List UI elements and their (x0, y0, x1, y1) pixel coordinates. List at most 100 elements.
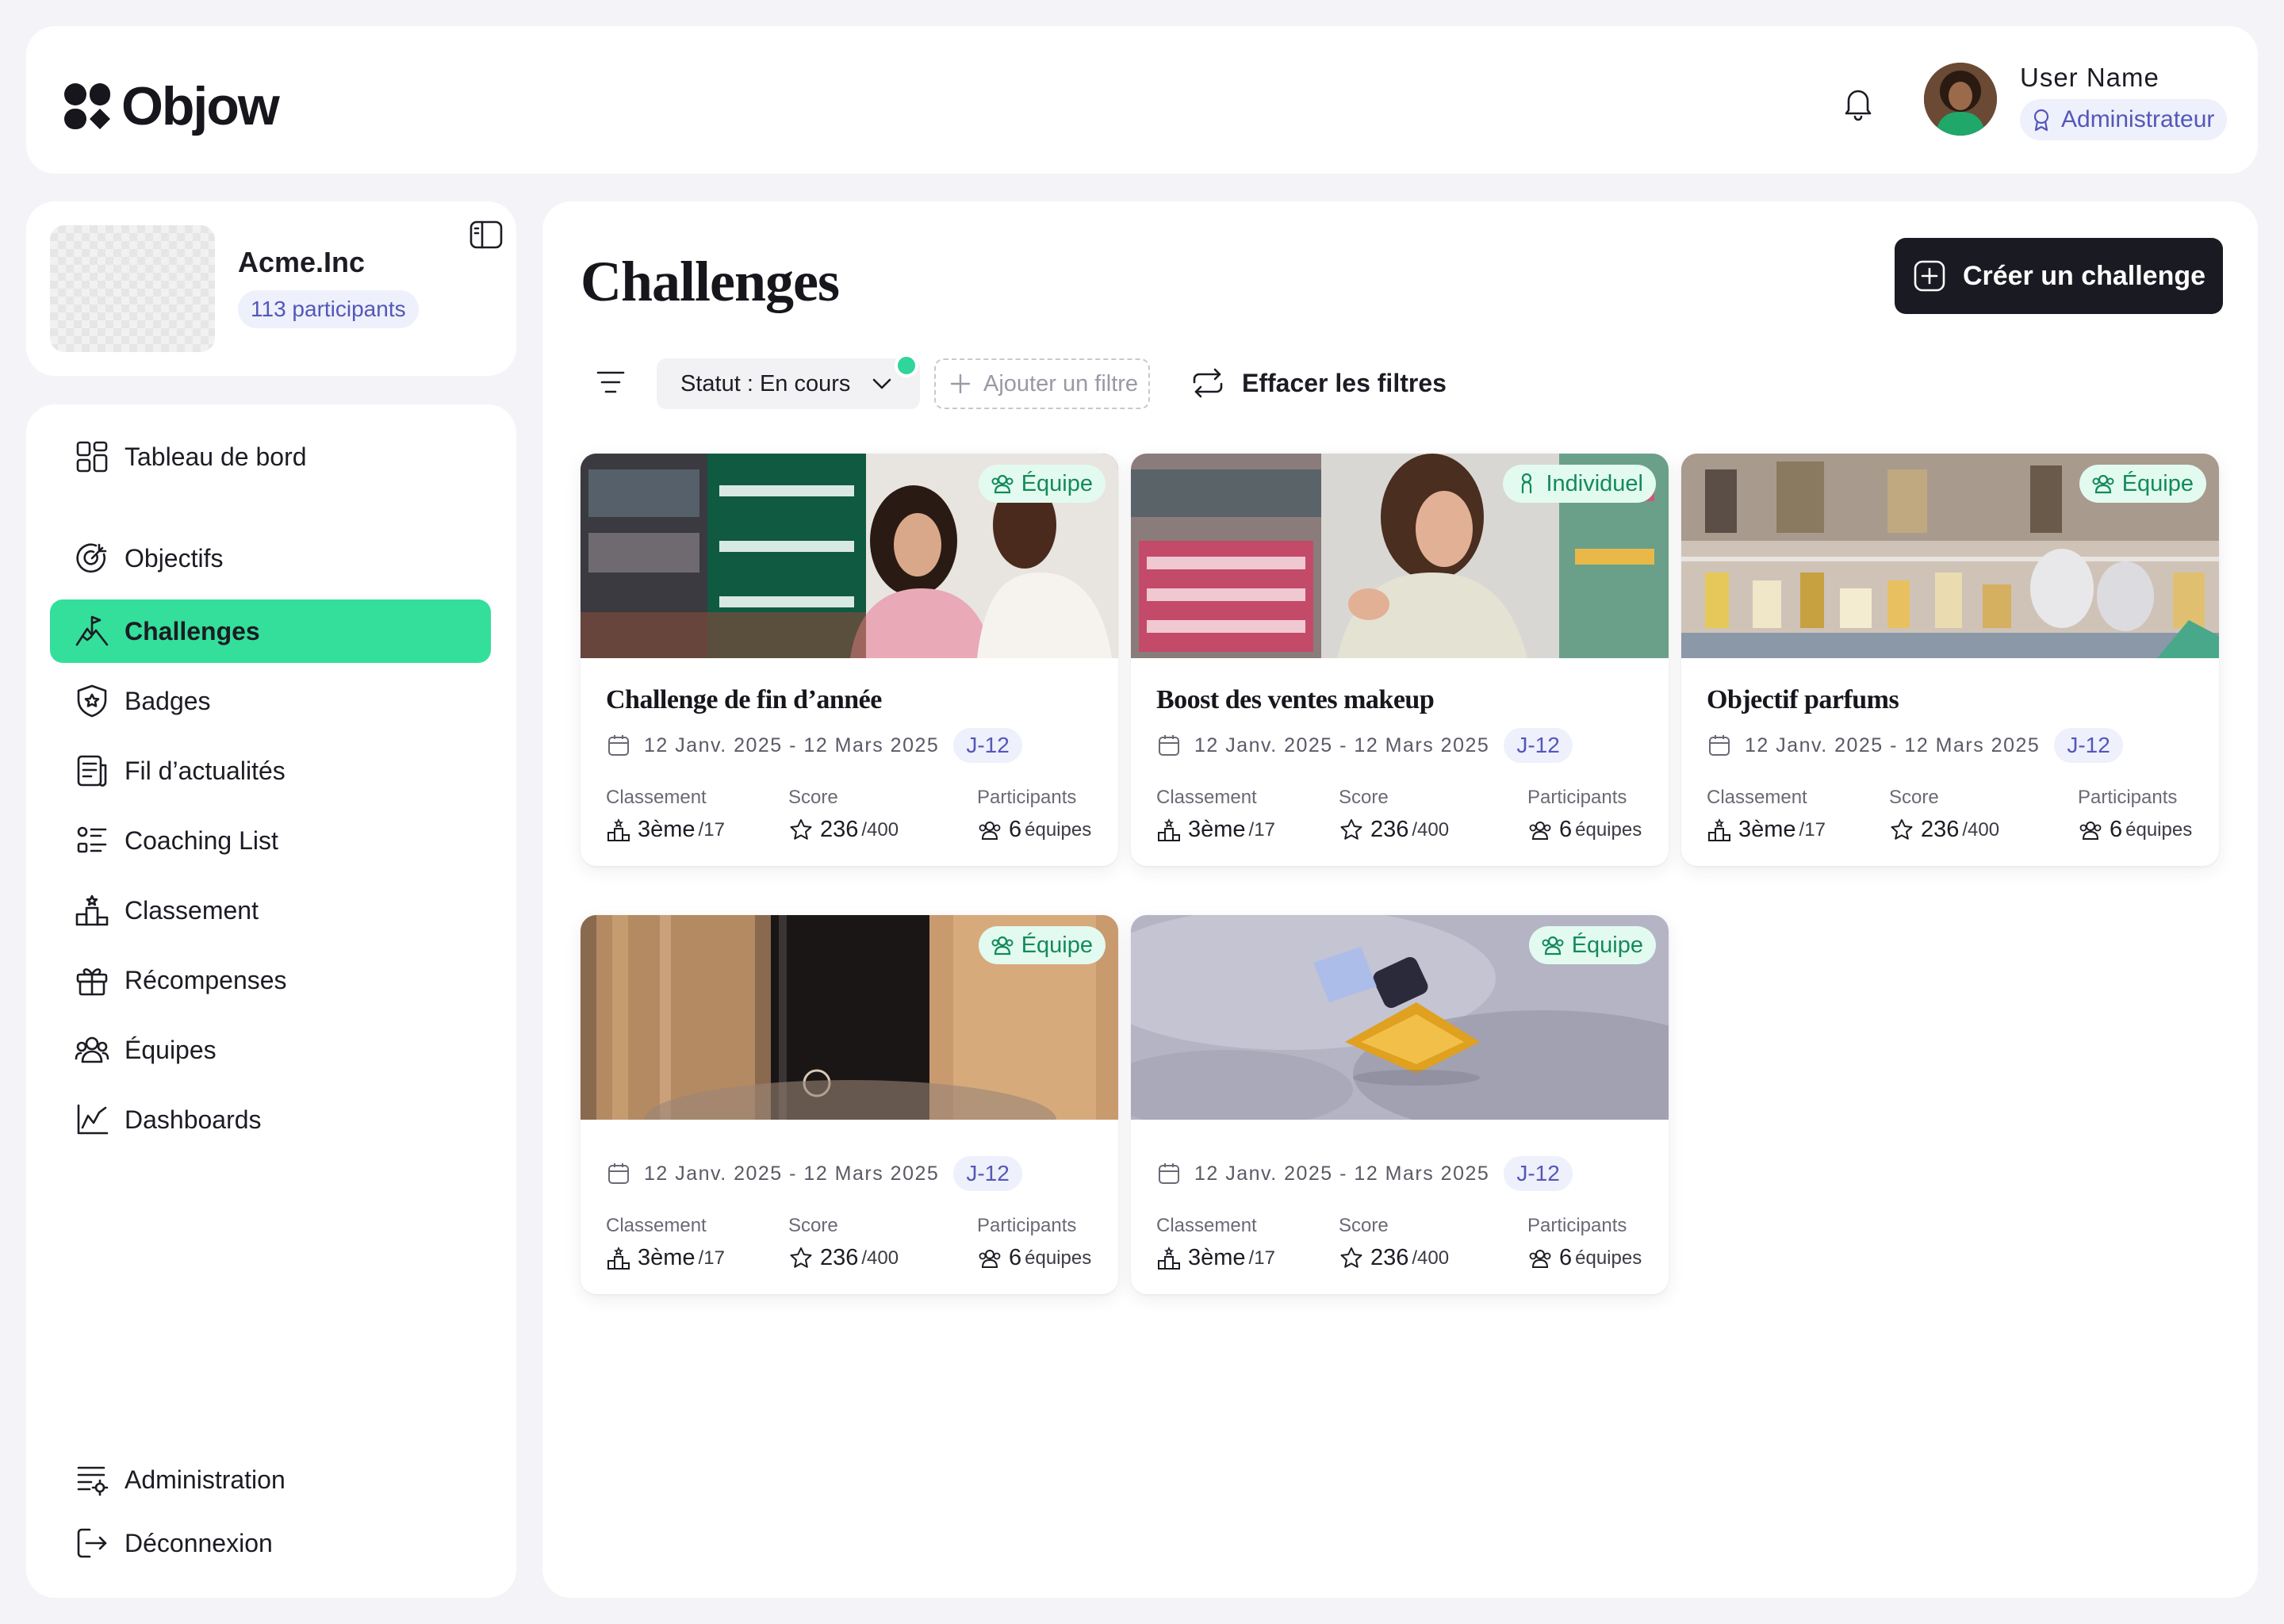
avatar-image (1924, 63, 1997, 136)
team-icon (991, 936, 1014, 956)
sidebar-item-fil-actualites[interactable]: Fil d’actualités (50, 739, 491, 802)
logo-mark-icon (64, 83, 110, 129)
status-filter-dropdown[interactable]: Statut : En cours (657, 358, 920, 409)
chevron-down-icon (873, 378, 891, 389)
ranking-label: Classement (1707, 787, 1807, 808)
sidebar-item-badges[interactable]: Badges (50, 669, 491, 733)
sidebar-item-deconnexion[interactable]: Déconnexion (50, 1511, 491, 1575)
sidebar-collapse-icon[interactable] (467, 216, 505, 254)
top-bar: Objow User Name Administrateur (26, 26, 2258, 174)
challenge-date-range: 12 Janv. 2025 - 12 Mars 2025 (1194, 1162, 1490, 1185)
participants-label: Participants (977, 1215, 1077, 1236)
challenge-card[interactable]: Individuel Boost des ventes makeup 12 Ja… (1131, 454, 1669, 866)
score-value: 236 (820, 1245, 859, 1270)
participants-count-badge: 113 participants (238, 290, 419, 328)
sidebar-item-label: Coaching List (125, 825, 278, 855)
score-label: Score (788, 1215, 838, 1236)
sidebar-item-administration[interactable]: Administration (50, 1448, 491, 1511)
score-stat: Score 236/400 (1339, 1215, 1449, 1271)
company-logo (50, 225, 215, 352)
ranking-label: Classement (606, 1215, 707, 1236)
star-icon (1340, 818, 1362, 840)
page-title: Challenges (581, 250, 840, 313)
rank-value: 3ème (1188, 817, 1246, 842)
challenge-type-badge: Équipe (2079, 465, 2206, 503)
sidebar-item-classement[interactable]: Classement (50, 879, 491, 942)
clear-filters-button[interactable]: Effacer les filtres (1190, 365, 1447, 401)
rank-total: /17 (1799, 818, 1826, 841)
score-stat: Score 236/400 (1339, 787, 1449, 843)
filter-lines-icon[interactable] (595, 366, 627, 398)
participants-label: Participants (1527, 1215, 1627, 1236)
sidebar-item-coaching-list[interactable]: Coaching List (50, 809, 491, 872)
sidebar-item-label: Challenges (125, 616, 260, 645)
score-max: /400 (1412, 1247, 1450, 1269)
teams-label: équipes (2125, 818, 2193, 841)
sidebar-nav: Tableau de bord Objectifs Challenges Bad… (26, 404, 516, 1598)
newsfeed-icon (77, 755, 107, 787)
ranking-label: Classement (606, 787, 707, 808)
ranking-stat: Classement 3ème/17 (606, 787, 725, 843)
podium-icon (1158, 818, 1180, 841)
score-value: 236 (820, 817, 859, 842)
sidebar-item-label: Objectifs (125, 543, 224, 573)
sidebar-item-dashboards[interactable]: Dashboards (50, 1088, 491, 1151)
sidebar-item-equipes[interactable]: Équipes (50, 1018, 491, 1082)
challenge-card[interactable]: Équipe 12 Janv. 2025 - 12 Mars 2025 J-12… (1131, 915, 1669, 1294)
sidebar-item-challenges[interactable]: Challenges (50, 599, 491, 663)
teams-count: 6 (1559, 1245, 1573, 1270)
rank-total: /17 (1248, 818, 1275, 841)
logout-icon (77, 1528, 107, 1558)
star-icon (790, 1247, 812, 1268)
challenge-type-badge: Équipe (978, 926, 1106, 964)
teams-count: 6 (1009, 1245, 1022, 1270)
participants-label: Participants (2078, 787, 2178, 808)
challenge-date-range: 12 Janv. 2025 - 12 Mars 2025 (1194, 733, 1490, 756)
sidebar-item-tableau-de-bord[interactable]: Tableau de bord (50, 425, 491, 488)
teams-count: 6 (2110, 817, 2123, 842)
countdown-badge: J-12 (2054, 728, 2123, 763)
score-value: 236 (1370, 1245, 1409, 1270)
plus-icon (950, 373, 971, 394)
sidebar-item-label: Fil d’actualités (125, 756, 286, 785)
score-max: /400 (861, 1247, 899, 1269)
score-stat: Score 236/400 (788, 787, 899, 843)
podium-icon (75, 894, 109, 926)
challenge-card[interactable]: Équipe 12 Janv. 2025 - 12 Mars 2025 J-12… (581, 915, 1118, 1294)
rank-total: /17 (1248, 1247, 1275, 1269)
role-badge: Administrateur (2020, 99, 2228, 140)
ranking-stat: Classement 3ème/17 (1156, 1215, 1275, 1271)
teams-label: équipes (1025, 818, 1092, 841)
challenge-card[interactable]: Équipe Challenge de fin d’année 12 Janv.… (581, 454, 1118, 866)
user-name: User Name (2020, 63, 2159, 92)
countdown-badge: J-12 (953, 1156, 1022, 1191)
challenge-type-badge: Équipe (1528, 926, 1656, 964)
team-icon (75, 1036, 109, 1063)
score-stat: Score 236/400 (1889, 787, 1999, 843)
sidebar-item-label: Récompenses (125, 965, 287, 994)
star-icon (1340, 1247, 1362, 1268)
add-filter-button[interactable]: Ajouter un filtre (934, 358, 1150, 409)
checklist-icon (77, 826, 107, 853)
bell-icon[interactable] (1834, 79, 1882, 126)
clear-filters-label: Effacer les filtres (1242, 368, 1447, 397)
team-icon (1529, 821, 1551, 840)
sidebar-item-objectifs[interactable]: Objectifs (50, 527, 491, 590)
challenge-dates: 12 Janv. 2025 - 12 Mars 2025 J-12 (1156, 1156, 1573, 1191)
countdown-badge: J-12 (1504, 1156, 1573, 1191)
create-challenge-button[interactable]: Créer un challenge (1895, 238, 2223, 314)
company-name: Acme.Inc (238, 246, 366, 278)
challenge-card[interactable]: Équipe Objectif parfums 12 Janv. 2025 - … (1681, 454, 2219, 866)
sidebar-item-label: Dashboards (125, 1105, 262, 1134)
team-icon (2079, 821, 2102, 840)
score-value: 236 (1370, 817, 1409, 842)
teams-label: équipes (1025, 1247, 1092, 1269)
challenge-dates: 12 Janv. 2025 - 12 Mars 2025 J-12 (606, 1156, 1022, 1191)
app-logo[interactable]: Objow (63, 75, 280, 137)
team-icon (1529, 1249, 1551, 1268)
avatar[interactable] (1924, 63, 1997, 136)
participants-stat: Participants 6 équipes (977, 787, 1091, 843)
challenge-type-badge: Équipe (978, 465, 1106, 503)
rank-value: 3ème (1188, 1245, 1246, 1270)
sidebar-item-recompenses[interactable]: Récompenses (50, 948, 491, 1012)
